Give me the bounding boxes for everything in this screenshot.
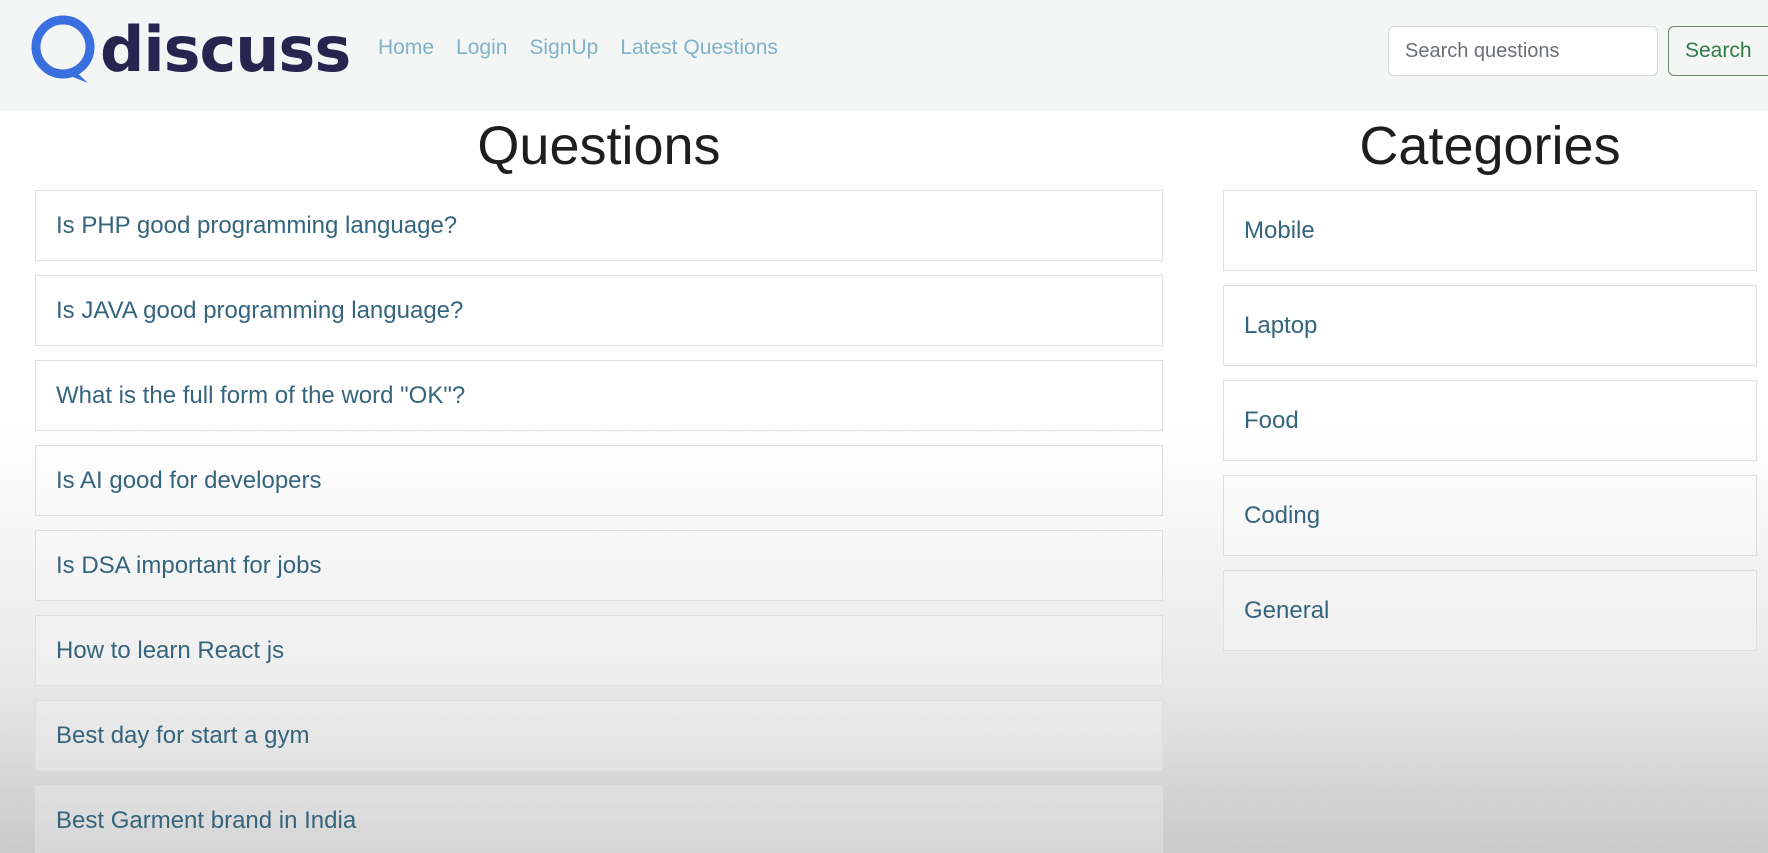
questions-heading: Questions [477,116,721,176]
question-link[interactable]: Is DSA important for jobs [56,552,321,580]
question-item[interactable]: Best day for start a gym [35,700,1163,771]
category-link[interactable]: Laptop [1244,312,1317,340]
category-link[interactable]: Mobile [1244,217,1315,245]
categories-heading: Categories [1359,116,1621,176]
question-item[interactable]: How to learn React js [35,615,1163,686]
category-link[interactable]: Coding [1244,502,1320,530]
category-item-food[interactable]: Food [1223,380,1757,461]
search-input[interactable] [1388,26,1658,76]
navbar: discuss Home Login SignUp Latest Questio… [0,0,1768,111]
question-item[interactable]: Is DSA important for jobs [35,530,1163,601]
question-item[interactable]: Is PHP good programming language? [35,190,1163,261]
nav-link-home[interactable]: Home [378,36,434,60]
question-list: Is PHP good programming language? Is JAV… [35,190,1163,853]
nav-link-signup[interactable]: SignUp [529,36,598,60]
search-button[interactable]: Search [1668,26,1768,76]
category-link[interactable]: Food [1244,407,1299,435]
question-link[interactable]: Best Garment brand in India [56,807,356,835]
question-link[interactable]: How to learn React js [56,637,284,665]
category-item-coding[interactable]: Coding [1223,475,1757,556]
question-link[interactable]: Is JAVA good programming language? [56,297,463,325]
chat-bubble-logo-icon [31,15,95,83]
question-link[interactable]: Is AI good for developers [56,467,322,495]
category-item-general[interactable]: General [1223,570,1757,651]
nav-links: Home Login SignUp Latest Questions [378,36,778,60]
category-item-mobile[interactable]: Mobile [1223,190,1757,271]
question-item[interactable]: Is AI good for developers [35,445,1163,516]
logo-text: discuss [100,13,351,86]
question-item[interactable]: Is JAVA good programming language? [35,275,1163,346]
nav-link-login[interactable]: Login [456,36,507,60]
question-link[interactable]: What is the full form of the word "OK"? [56,382,465,410]
question-item[interactable]: What is the full form of the word "OK"? [35,360,1163,431]
category-link[interactable]: General [1244,597,1329,625]
question-link[interactable]: Is PHP good programming language? [56,212,457,240]
logo[interactable]: discuss [28,12,351,88]
category-item-laptop[interactable]: Laptop [1223,285,1757,366]
question-item[interactable]: Best Garment brand in India [35,785,1163,853]
question-link[interactable]: Best day for start a gym [56,722,309,750]
nav-link-latest-questions[interactable]: Latest Questions [620,36,778,60]
category-list: Mobile Laptop Food Coding General [1223,190,1757,665]
